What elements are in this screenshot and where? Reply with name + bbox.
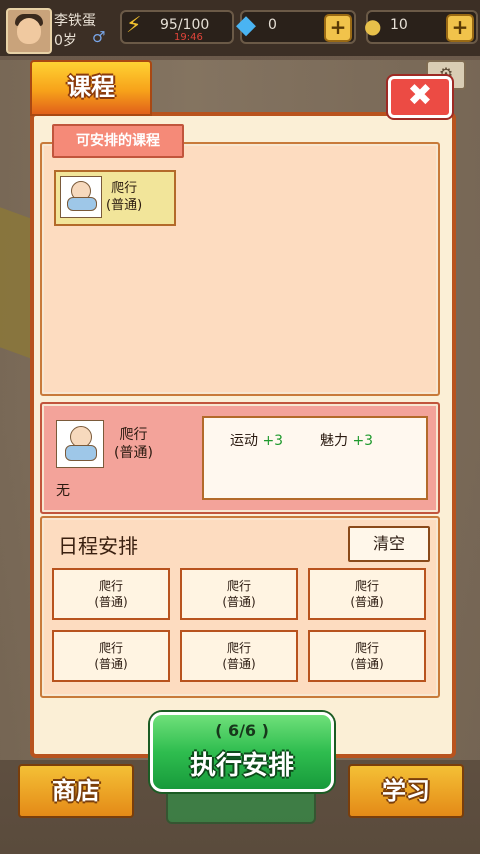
slot-name: 爬行 xyxy=(354,641,379,655)
crawling-baby-icon xyxy=(60,176,102,218)
stat-charm-value: +3 xyxy=(352,433,374,449)
close-button[interactable]: ✖ xyxy=(388,76,452,118)
crawling-baby-icon xyxy=(56,420,104,468)
baby-body xyxy=(65,445,97,461)
stat-charm-label: 魅力 xyxy=(320,433,348,449)
energy-value: 95/100 xyxy=(160,17,210,33)
diamond-icon: ◆ xyxy=(236,10,256,40)
clear-button[interactable]: 清空 xyxy=(348,526,430,562)
study-button[interactable]: 学习 xyxy=(348,764,464,818)
shop-button[interactable]: 商店 xyxy=(18,764,134,818)
selected-course-name: 爬行 (普通) xyxy=(114,426,153,462)
slot-level: (普通) xyxy=(94,657,128,671)
slot-level: (普通) xyxy=(222,657,256,671)
schedule-panel: 日程安排 清空 爬行 (普通) 爬行 (普通) 爬行 (普通) 爬行 (普通) … xyxy=(40,516,440,698)
player-name: 李铁蛋 xyxy=(54,13,96,29)
baby-body xyxy=(67,197,97,211)
course-detail-panel: 爬行 (普通) 无 运动 +3 魅力 +3 xyxy=(40,402,440,514)
stat-sport-value: +3 xyxy=(262,433,284,449)
add-gems-button[interactable]: + xyxy=(324,14,352,42)
selected-name: 爬行 xyxy=(119,427,148,443)
coin-value: 10 xyxy=(390,17,408,33)
player-avatar[interactable] xyxy=(6,8,52,54)
lightning-icon: ⚡ xyxy=(126,13,142,38)
schedule-slot[interactable]: 爬行 (普通) xyxy=(180,630,298,682)
schedule-slot[interactable]: 爬行 (普通) xyxy=(308,630,426,682)
slot-name: 爬行 xyxy=(354,579,379,593)
stat-bonus-box: 运动 +3 魅力 +3 xyxy=(202,416,428,500)
coin-counter: ● 10 + xyxy=(364,10,478,44)
slot-level: (普通) xyxy=(350,595,384,609)
schedule-slot[interactable]: 爬行 (普通) xyxy=(308,568,426,620)
male-gender-icon: ♂ xyxy=(92,28,106,46)
stat-sport-label: 运动 xyxy=(230,433,258,449)
course-card-text: 爬行 (普通) xyxy=(106,180,142,214)
gem-counter: ◆ 0 + xyxy=(236,10,356,44)
avatar-face xyxy=(17,18,41,44)
slot-level: (普通) xyxy=(94,595,128,609)
coin-icon: ● xyxy=(364,14,382,38)
course-card[interactable]: 爬行 (普通) xyxy=(54,170,176,226)
available-courses-label: 可安排的课程 xyxy=(52,124,184,158)
modal-title: 课程 xyxy=(30,60,152,116)
stat-charm: 魅力 +3 xyxy=(320,430,373,450)
course-name: 爬行 xyxy=(111,181,138,196)
add-coins-button[interactable]: + xyxy=(446,14,474,42)
execute-count: ( 6/6 ) xyxy=(215,721,269,740)
slot-level: (普通) xyxy=(350,657,384,671)
course-level: (普通) xyxy=(106,198,143,213)
selected-level: (普通) xyxy=(114,445,153,461)
selected-course-note: 无 xyxy=(56,483,70,499)
execute-schedule-button[interactable]: ( 6/6 ) 执行安排 xyxy=(150,712,334,792)
schedule-title: 日程安排 xyxy=(58,534,138,558)
slot-level: (普通) xyxy=(222,595,256,609)
top-hud: 李铁蛋 0岁 ♂ ⚡ 95/100 19:46 ◆ 0 + ● 10 + xyxy=(0,0,480,56)
energy-timer: 19:46 xyxy=(174,32,203,43)
gem-value: 0 xyxy=(268,17,277,33)
schedule-slot[interactable]: 爬行 (普通) xyxy=(52,630,170,682)
slot-name: 爬行 xyxy=(98,579,123,593)
slot-name: 爬行 xyxy=(226,579,251,593)
slot-name: 爬行 xyxy=(226,641,251,655)
energy-counter: ⚡ 95/100 19:46 xyxy=(120,10,234,44)
stat-sport: 运动 +3 xyxy=(230,430,283,450)
player-age: 0岁 xyxy=(54,33,77,49)
schedule-slot[interactable]: 爬行 (普通) xyxy=(52,568,170,620)
schedule-slot[interactable]: 爬行 (普通) xyxy=(180,568,298,620)
slot-name: 爬行 xyxy=(98,641,123,655)
execute-label: 执行安排 xyxy=(189,751,294,781)
